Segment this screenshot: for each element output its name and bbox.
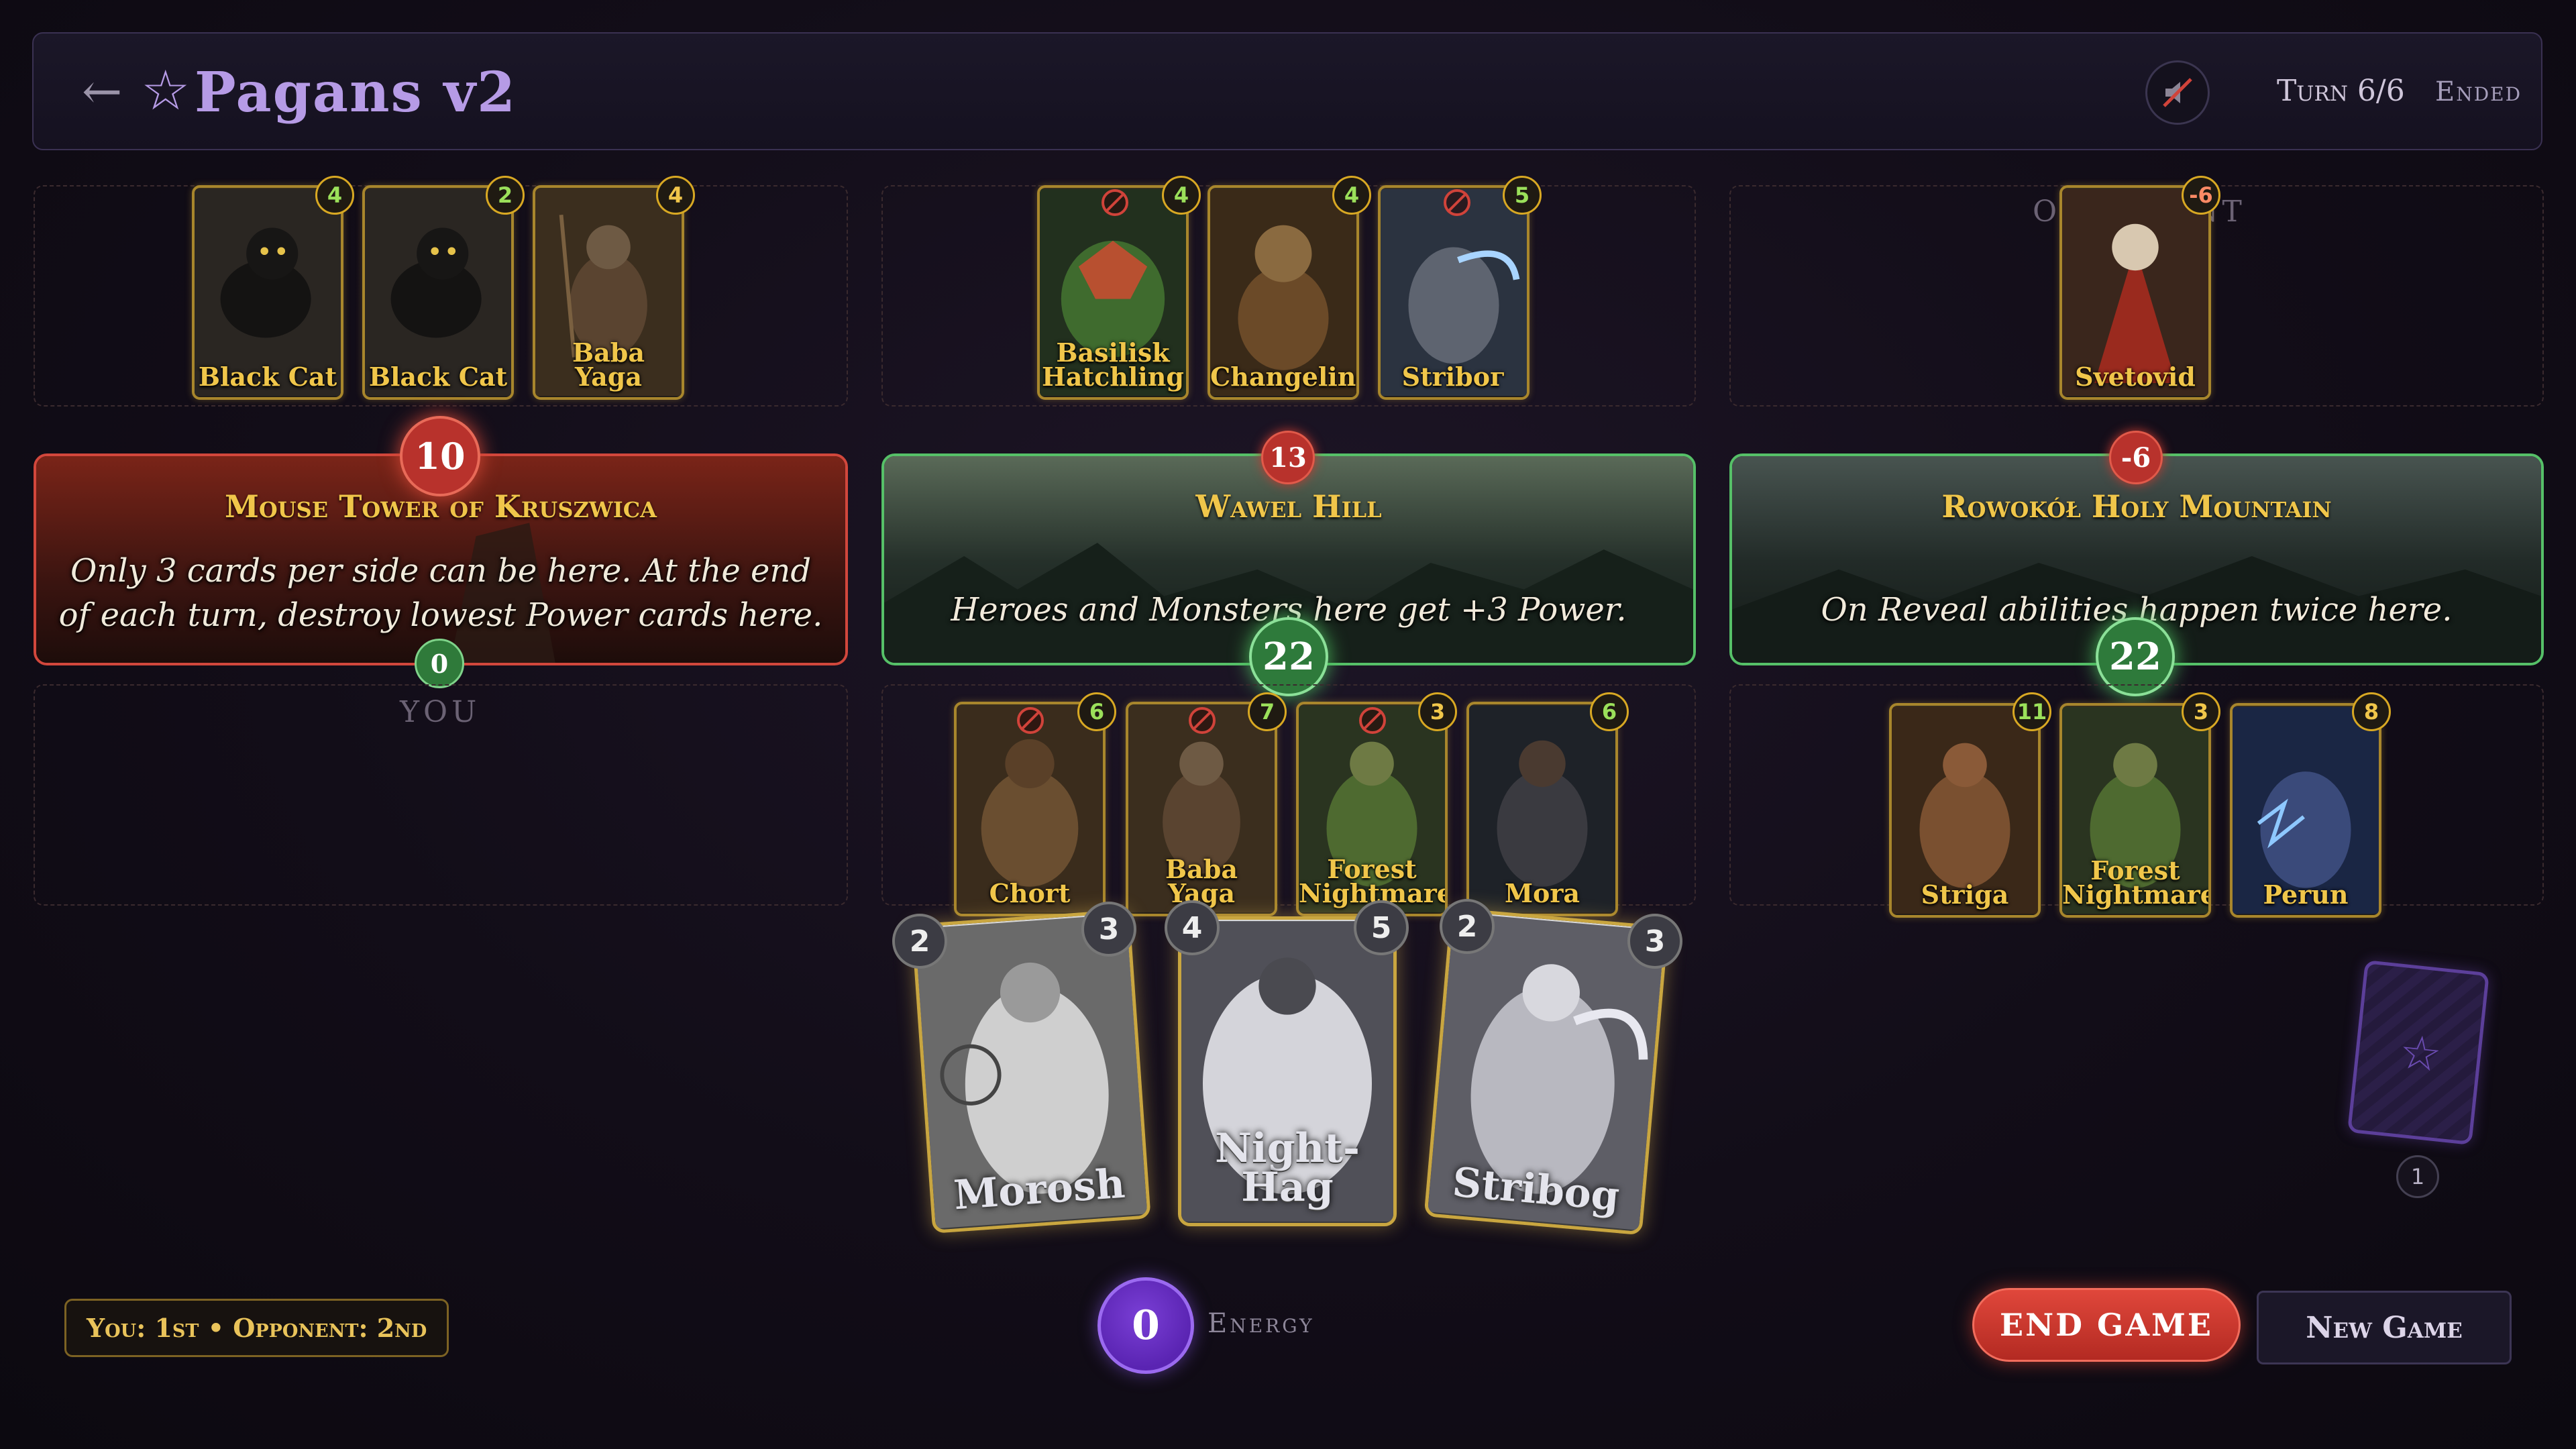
card-power-badge: 3 (2182, 692, 2220, 731)
game-status: Ended (2435, 76, 2522, 107)
blocked-icon (1102, 189, 1128, 216)
card-name: Perun (2263, 879, 2349, 910)
my-card[interactable]: Forest Nightmare (2059, 703, 2211, 918)
my-location-power: 0 (415, 639, 464, 688)
blocked-icon (1017, 707, 1044, 734)
opponent-location-power: -6 (2109, 431, 2163, 484)
opponent-location-power: 10 (400, 416, 480, 496)
blocked-icon (1189, 707, 1216, 734)
card-power-badge: -6 (2182, 176, 2220, 215)
my-card[interactable]: Forest Nightmare (1296, 702, 1448, 916)
card-power-badge: 5 (1354, 900, 1409, 955)
card-power-badge: 4 (315, 176, 354, 215)
back-arrow-icon[interactable]: ← (82, 63, 122, 119)
energy-counter: 0 (1097, 1277, 1194, 1374)
card-name: Forest Nightmare (2062, 855, 2211, 910)
deck-count: 1 (2396, 1155, 2439, 1198)
my-card[interactable]: Striga (1889, 703, 2041, 918)
end-game-button[interactable]: END GAME (1972, 1288, 2241, 1362)
card-name: Forest Nightmare (1299, 854, 1448, 908)
my-card[interactable]: Chort (954, 702, 1106, 916)
turn-counter: Turn 6/6 (2277, 74, 2405, 108)
my-card[interactable]: Perun (2230, 703, 2381, 918)
card-name: Baba Yaga (572, 337, 645, 392)
card-power-badge: 4 (1162, 176, 1201, 215)
card-name: Baba Yaga (1165, 854, 1238, 908)
card-cost-badge: 2 (892, 914, 947, 969)
card-name: Basilisk Hatchling (1042, 337, 1184, 392)
sound-muted-icon (2163, 78, 2192, 107)
opponent-card[interactable]: Black Cat (362, 185, 514, 400)
top-bar: ← ☆ Pagans v2 Turn 6/6 Ended (32, 32, 2542, 150)
card-power-badge: 4 (656, 176, 695, 215)
card-power-badge: 11 (2012, 692, 2051, 731)
card-power-badge: 3 (1418, 692, 1457, 731)
star-icon: ☆ (2396, 1024, 2445, 1083)
opponent-card[interactable]: Changeling (1208, 185, 1359, 400)
card-name: Striga (1921, 879, 2009, 910)
card-power-badge: 5 (1503, 176, 1542, 215)
card-power-badge: 3 (1081, 902, 1136, 957)
turn-order-badge: You: 1st • Opponent: 2nd (64, 1299, 449, 1357)
card-name: Night-Hag (1215, 1125, 1360, 1211)
game-title: Pagans v2 (195, 60, 517, 125)
my-card[interactable]: Mora (1466, 702, 1618, 916)
hand-card[interactable]: Morosh (911, 909, 1151, 1234)
opponent-location-power: 13 (1261, 431, 1315, 484)
opponent-card[interactable]: Baba Yaga (533, 185, 684, 400)
blocked-icon (1444, 189, 1470, 216)
card-power-badge: 6 (1590, 692, 1629, 731)
card-power-badge: 3 (1627, 914, 1682, 969)
card-power-badge: 2 (486, 176, 525, 215)
opponent-card[interactable]: Basilisk Hatchling (1037, 185, 1189, 400)
card-power-badge: 7 (1248, 692, 1287, 731)
card-name: Chort (989, 878, 1071, 908)
sound-toggle-button[interactable] (2145, 60, 2210, 125)
card-power-badge: 6 (1077, 692, 1116, 731)
card-name: Striboг (1401, 362, 1506, 392)
card-power-badge: 4 (1332, 176, 1371, 215)
new-game-button[interactable]: New Game (2257, 1291, 2512, 1364)
location-name: Wawel Hill (1195, 488, 1382, 525)
deck-pile[interactable]: ☆ (2347, 959, 2489, 1146)
blocked-icon (1359, 707, 1386, 734)
card-cost-badge: 4 (1165, 900, 1220, 955)
location-name: Rowokół Holy Mountain (1941, 488, 2332, 525)
location-description: Only 3 cards per side can be here. At th… (58, 552, 823, 634)
opponent-card[interactable]: Svetovid (2059, 185, 2211, 400)
opponent-card[interactable]: Black Cat (192, 185, 343, 400)
card-name: Black Cat (198, 362, 337, 392)
card-power-badge: 8 (2352, 692, 2391, 731)
you-label: YOU (400, 695, 481, 729)
my-card[interactable]: Baba Yaga (1126, 702, 1277, 916)
card-name: Mora (1504, 878, 1580, 908)
hand-card[interactable]: Night-Hag (1178, 916, 1397, 1226)
opponent-card[interactable]: Striboг (1378, 185, 1529, 400)
card-name: Black Cat (368, 362, 508, 392)
card-cost-badge: 2 (1440, 899, 1495, 954)
card-name: Svetovid (2075, 362, 2196, 392)
card-name: Changeling (1210, 362, 1359, 392)
star-icon: ☆ (141, 59, 191, 123)
energy-label: Energy (1208, 1308, 1315, 1339)
